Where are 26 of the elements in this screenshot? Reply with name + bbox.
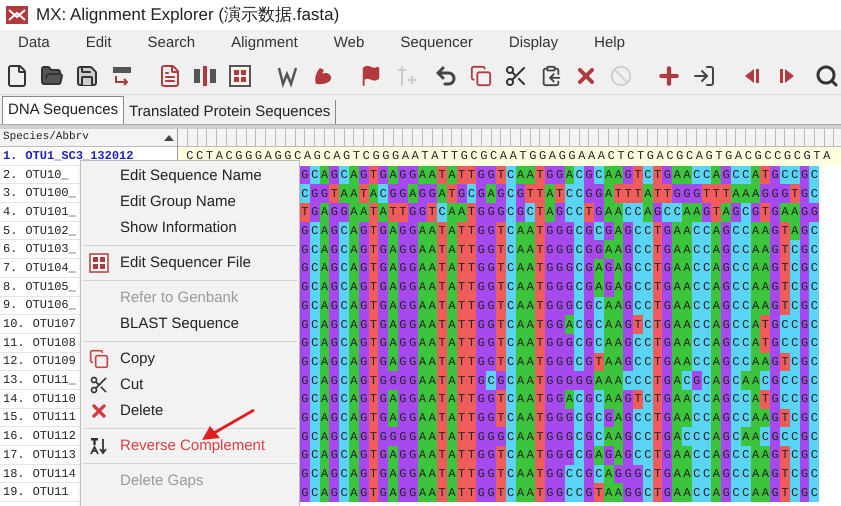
menu-item[interactable]: Edit — [68, 32, 130, 55]
column-header[interactable]: Species/Abbrv — [0, 129, 177, 147]
sort-arrow-icon — [164, 134, 174, 140]
menu-item[interactable]: Show Information — [81, 215, 299, 241]
menu-item[interactable]: Delete — [81, 398, 299, 424]
tab[interactable]: DNA Sequences — [2, 96, 124, 124]
menu-item[interactable]: Help — [576, 32, 643, 55]
window-title: MX: Alignment Explorer (演示数据.fasta) — [36, 4, 340, 26]
menu-item[interactable]: Data — [0, 32, 68, 55]
menu-item[interactable]: Copy — [81, 346, 299, 372]
menu-item[interactable]: Edit Sequencer File — [81, 250, 299, 276]
cut-icon — [89, 375, 109, 395]
menu-item[interactable]: Edit Group Name — [81, 189, 299, 215]
menu-item[interactable]: Display — [490, 32, 576, 55]
menu-item[interactable]: Web — [316, 32, 382, 55]
app-logo-icon — [6, 6, 28, 24]
menu-item[interactable]: Edit Sequence Name — [81, 163, 299, 189]
menu-item[interactable]: Reverse Complement — [81, 433, 299, 459]
menu-item[interactable]: Search — [130, 32, 214, 55]
sequencer-icon — [89, 253, 109, 273]
menu-item[interactable]: BLAST Sequence — [81, 311, 299, 337]
menu-item[interactable]: Sequencer — [382, 32, 491, 55]
menu-item[interactable]: Alignment — [213, 32, 316, 55]
copy-icon — [89, 349, 109, 369]
menu-item[interactable]: Cut — [81, 372, 299, 398]
sort-icon — [89, 436, 109, 456]
